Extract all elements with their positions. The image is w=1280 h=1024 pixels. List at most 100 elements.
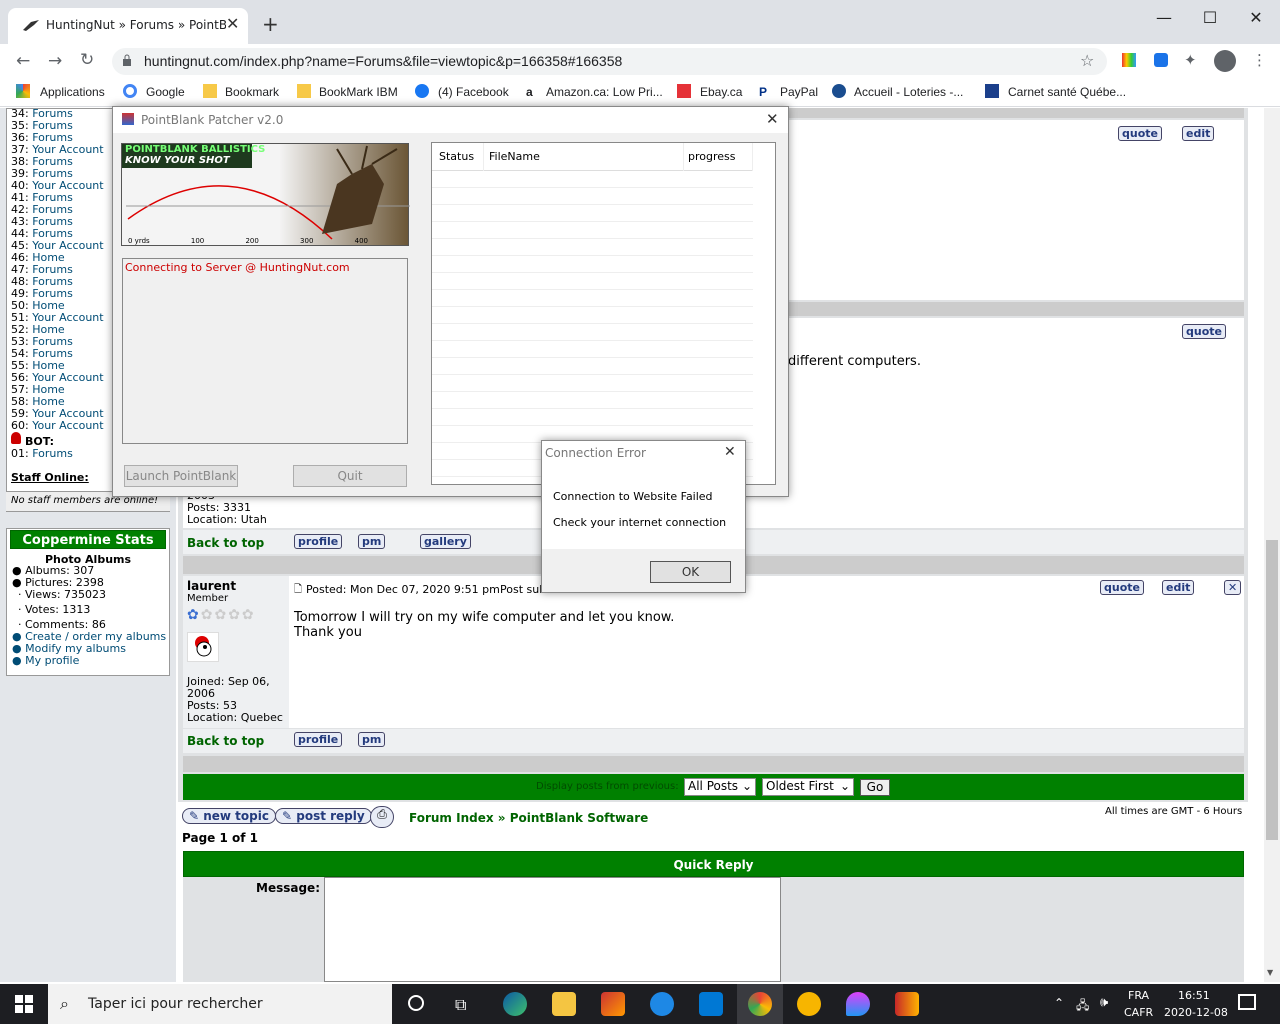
error-close-icon[interactable]: ✕	[724, 444, 736, 460]
message-label: Message:	[256, 881, 320, 895]
order-select[interactable]: Oldest First ⌄	[762, 778, 854, 796]
volume-icon[interactable]: 🕪	[1100, 995, 1108, 1010]
file-explorer-icon[interactable]	[552, 992, 576, 1016]
post-reply-button[interactable]: ✎ post reply	[275, 806, 372, 826]
paint-icon[interactable]	[846, 992, 870, 1016]
staff-online-title[interactable]: Staff Online:	[11, 471, 89, 484]
delete-icon[interactable]: ✕	[1224, 580, 1242, 595]
loterie-icon	[832, 84, 846, 98]
launch-pointblank-button[interactable]: Launch PointBlank	[124, 465, 238, 487]
folder-icon	[203, 84, 217, 98]
views-count: Views: 735023	[25, 588, 107, 601]
timezone-text: All times are GMT - 6 Hours	[1105, 806, 1243, 817]
tray-chevron-icon[interactable]: ⌃	[1054, 996, 1064, 1010]
network-icon[interactable]: 🖧	[1076, 996, 1089, 1017]
menu-dots-icon[interactable]: ⋮	[1252, 51, 1267, 69]
maximize-icon[interactable]: ☐	[1200, 8, 1220, 27]
bookmark-folder[interactable]: Bookmark	[225, 85, 279, 99]
bookmark-facebook[interactable]: (4) Facebook	[438, 85, 509, 99]
notifications-icon[interactable]	[1238, 994, 1256, 1010]
bookmark-ebay[interactable]: Ebay.ca	[700, 85, 742, 99]
file-list[interactable]: Status FileName progress	[431, 142, 776, 485]
patcher-close-icon[interactable]: ✕	[766, 110, 779, 128]
error-line-1: Connection to Website Failed	[553, 490, 713, 503]
forum-index-link[interactable]: Forum Index	[409, 811, 494, 825]
clock-date[interactable]: 2020-12-08	[1164, 1006, 1228, 1019]
edit-button[interactable]: edit	[1162, 580, 1195, 595]
mail-icon[interactable]	[699, 992, 723, 1016]
col-progress[interactable]: progress	[688, 150, 736, 163]
new-topic-button[interactable]: ✎ new topic	[182, 806, 276, 826]
display-label: Display posts from previous:	[536, 781, 679, 792]
lock-icon	[122, 54, 132, 66]
bookmark-paypal[interactable]: PayPal	[780, 85, 818, 99]
ok-button[interactable]: OK	[650, 561, 731, 583]
bookmark-carnet-sante[interactable]: Carnet santé Québe...	[1008, 85, 1126, 99]
facebook-icon	[415, 84, 429, 98]
clock-time[interactable]: 16:51	[1178, 989, 1210, 1002]
tab-close-icon[interactable]: ✕	[226, 14, 239, 33]
back-to-top-link-laurent[interactable]: Back to top	[187, 734, 264, 748]
language-2[interactable]: CAFR	[1124, 1006, 1153, 1019]
page-number: Page 1 of 1	[182, 831, 258, 845]
bot-icon	[11, 432, 21, 444]
profile-avatar-icon[interactable]	[1214, 50, 1236, 72]
url-text: huntingnut.com/index.php?name=Forums&fil…	[144, 53, 623, 69]
back-to-top-link[interactable]: Back to top	[187, 536, 264, 550]
breadcrumb: Forum Index » PointBlank Software	[409, 811, 649, 825]
pm-button[interactable]: pm	[358, 534, 386, 549]
col-status[interactable]: Status	[439, 150, 474, 163]
windows-start-icon[interactable]	[15, 995, 33, 1013]
pointblank-software-link[interactable]: PointBlank Software	[510, 811, 649, 825]
task-view-icon[interactable]: ⧉	[455, 995, 466, 1015]
scrollbar-thumb[interactable]	[1266, 540, 1278, 840]
language-1[interactable]: FRA	[1128, 989, 1149, 1002]
app-icon-2[interactable]	[650, 992, 674, 1016]
print-icon[interactable]: ⎙	[370, 806, 394, 828]
amazon-icon: a	[526, 85, 533, 99]
extension-colors-icon[interactable]	[1122, 53, 1136, 67]
message-textarea[interactable]	[324, 877, 781, 982]
profile-button[interactable]: profile	[294, 534, 343, 549]
quote-button-mid[interactable]: quote	[1182, 324, 1226, 339]
bookmark-google[interactable]: Google	[146, 85, 185, 99]
quote-button-top[interactable]: quote	[1118, 126, 1162, 141]
online-location-link[interactable]: Your Account	[32, 419, 103, 432]
bookmark-amazon[interactable]: Amazon.ca: Low Pri...	[546, 85, 663, 99]
chrome-icon[interactable]	[748, 992, 772, 1016]
profile-button-laurent[interactable]: profile	[294, 732, 343, 747]
bot-location[interactable]: Forums	[32, 447, 73, 460]
app-icon-3[interactable]	[895, 992, 919, 1016]
pm-button-laurent[interactable]: pm	[358, 732, 386, 747]
folder-icon	[297, 84, 311, 98]
back-icon[interactable]: ←	[16, 51, 30, 71]
all-posts-select[interactable]: All Posts ⌄	[684, 778, 756, 796]
bookmark-applications[interactable]: Applications	[40, 85, 105, 99]
weather-icon[interactable]	[797, 992, 821, 1016]
go-button[interactable]: Go	[860, 779, 890, 796]
quote-button[interactable]: quote	[1100, 580, 1144, 595]
edge-icon[interactable]	[503, 992, 527, 1016]
bookmark-star-icon[interactable]: ☆	[1080, 51, 1094, 70]
app-icon-1[interactable]	[601, 992, 625, 1016]
bookmark-loteries[interactable]: Accueil - Loteries -...	[854, 85, 963, 99]
forward-icon[interactable]: →	[48, 51, 62, 71]
extensions-puzzle-icon[interactable]: ✦	[1184, 51, 1197, 69]
close-window-icon[interactable]: ✕	[1246, 8, 1266, 27]
bookmark-ibm[interactable]: BookMark IBM	[319, 85, 398, 99]
bot-number: 01:	[11, 447, 29, 460]
my-profile-link[interactable]: My profile	[25, 654, 79, 667]
cortana-icon[interactable]	[408, 995, 424, 1011]
banner-axis: 0 yrds 100 200 300 400	[128, 237, 368, 245]
new-tab-icon[interactable]: +	[262, 12, 279, 36]
post-subject: Post sub	[500, 583, 547, 596]
minimize-icon[interactable]: —	[1154, 8, 1174, 27]
scroll-down-icon[interactable]: ▼	[1267, 968, 1273, 977]
reload-icon[interactable]: ↻	[80, 50, 94, 70]
col-filename[interactable]: FileName	[489, 150, 540, 163]
quit-button[interactable]: Quit	[293, 465, 407, 487]
site-favicon-icon	[22, 16, 40, 32]
gallery-button[interactable]: gallery	[420, 534, 471, 549]
extension-blue-icon[interactable]	[1154, 53, 1168, 67]
edit-button-top[interactable]: edit	[1182, 126, 1215, 141]
